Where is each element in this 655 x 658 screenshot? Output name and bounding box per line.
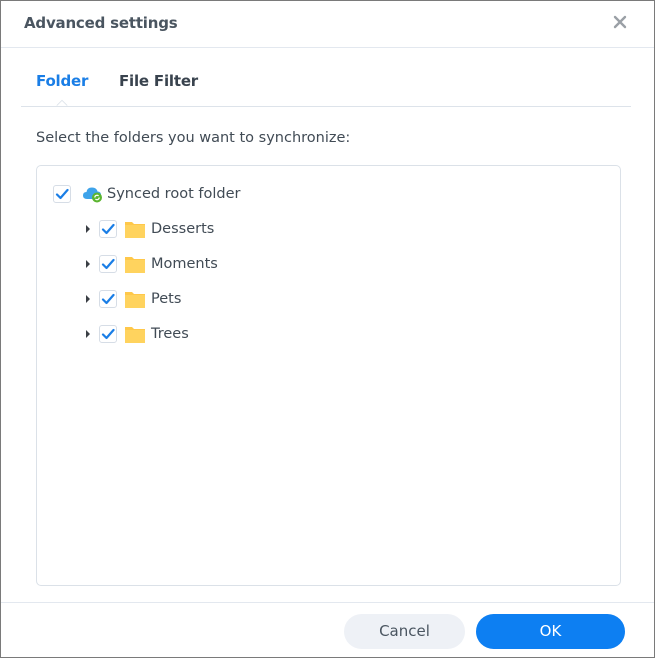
folder-icon (125, 221, 145, 238)
expand-arrow-icon[interactable] (83, 259, 93, 269)
tree-label: Synced root folder (107, 186, 241, 202)
check-icon (101, 258, 115, 270)
tree-item-moments: Moments (83, 252, 218, 276)
tree-item-trees: Trees (83, 322, 189, 346)
close-icon (613, 15, 627, 29)
desserts-checkbox[interactable] (99, 220, 117, 238)
dialog-title: Advanced settings (24, 14, 178, 32)
expand-arrow-icon[interactable] (83, 294, 93, 304)
tree-label: Desserts (151, 221, 215, 237)
tab-folder[interactable]: Folder (36, 72, 88, 90)
folder-icon (125, 256, 145, 273)
tree-label: Trees (151, 326, 189, 342)
trees-checkbox[interactable] (99, 325, 117, 343)
tab-bar: Folder File Filter (21, 61, 631, 107)
pets-checkbox[interactable] (99, 290, 117, 308)
check-icon (101, 293, 115, 305)
cancel-button[interactable]: Cancel (344, 614, 465, 649)
check-icon (101, 328, 115, 340)
expand-arrow-icon[interactable] (83, 224, 93, 234)
tree-root-row: Synced root folder (53, 182, 240, 206)
tree-item-desserts: Desserts (83, 217, 214, 241)
tree-item-pets: Pets (83, 287, 181, 311)
moments-checkbox[interactable] (99, 255, 117, 273)
tab-file-filter[interactable]: File Filter (119, 72, 198, 90)
active-tab-indicator (56, 99, 68, 106)
folder-tree: Synced root folder Desserts Moments Pets… (36, 165, 621, 586)
expand-arrow-icon[interactable] (83, 329, 93, 339)
folder-icon (125, 291, 145, 308)
tree-label: Moments (151, 256, 218, 272)
folder-icon (125, 326, 145, 343)
synced-cloud-icon (83, 187, 102, 203)
ok-button[interactable]: OK (476, 614, 625, 649)
instruction-text: Select the folders you want to synchroni… (36, 130, 351, 146)
dialog-footer: Cancel OK (1, 602, 654, 658)
root-checkbox[interactable] (53, 185, 71, 203)
check-icon (101, 223, 115, 235)
dialog-header: Advanced settings (1, 1, 654, 48)
tree-label: Pets (151, 291, 182, 307)
advanced-settings-dialog: Advanced settings Folder File Filter Sel… (0, 0, 655, 658)
close-button[interactable] (609, 11, 631, 33)
check-icon (55, 188, 69, 200)
